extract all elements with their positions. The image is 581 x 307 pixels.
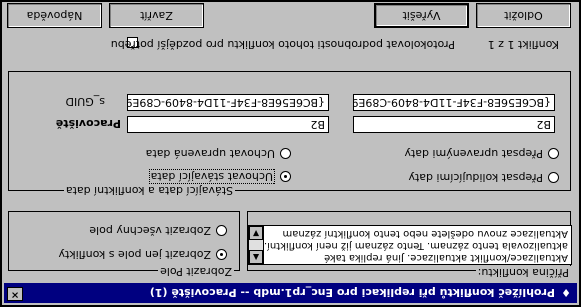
log-details-label: Protokolovat podrobnosti tohoto konflikt… <box>110 38 455 51</box>
conflict-viewer-window: ♦ Prohlížeč konfliktů při replikaci pro … <box>0 0 581 307</box>
screenshot-stage: ♦ Prohlížeč konfliktů při replikaci pro … <box>0 0 581 307</box>
help-button[interactable]: Nápověda <box>7 3 102 28</box>
radio-show-all-fields[interactable]: Zobrazit všechny pole <box>89 224 227 237</box>
postpone-button[interactable]: Odložit <box>476 3 571 28</box>
reason-line: Aktualizace/konflikt aktualizace. Jiná r… <box>324 252 568 263</box>
reason-group: Aktualizace/konflikt aktualizace. Jiná r… <box>247 211 572 271</box>
s-guid-label: s_GUID <box>65 95 105 108</box>
right-guid-field[interactable]: {BC6E56E8-F34F-11D4-8409-C89E9 <box>353 94 555 111</box>
radio-keep-existing[interactable]: Uchovat stávající data <box>148 169 291 184</box>
workstation-label: Pracoviště <box>55 117 121 130</box>
title-bar: ♦ Prohlížeč konfliktů při replikaci pro … <box>4 283 577 303</box>
radio-overwrite-conflict[interactable]: Přepsat kolidujícími daty <box>408 171 559 184</box>
scroll-down-arrow-icon[interactable]: ▼ <box>249 226 263 240</box>
radio-button-selected[interactable] <box>216 249 227 260</box>
show-fields-group <box>8 211 240 271</box>
radio-label: Uchovat upravená data <box>145 147 275 160</box>
close-button[interactable]: Zavřít <box>109 3 204 28</box>
reason-line: aktualizovala tento záznam. Tento záznam… <box>263 240 568 251</box>
radio-label: Zobrazit jen pole s konflikty <box>58 248 211 261</box>
app-icon: ♦ <box>561 286 571 300</box>
conflict-counter: Konflikt 1 z 1 <box>487 38 559 51</box>
radio-label: Zobrazit všechny pole <box>89 224 211 237</box>
radio-button[interactable] <box>280 148 291 159</box>
reason-scrollbar[interactable]: ▲ ▼ <box>249 226 264 264</box>
right-workstation-field[interactable]: B2 <box>353 116 555 133</box>
radio-overwrite-modified[interactable]: Přepsat upravenými daty <box>404 147 559 160</box>
reason-line: Aktualizace znovu odešlete nebo tento ko… <box>282 228 568 239</box>
radio-label: Přepsat upravenými daty <box>404 147 543 160</box>
rotated-dialog: ♦ Prohlížeč konfliktů při replikaci pro … <box>0 0 581 307</box>
scroll-up-arrow-icon[interactable]: ▲ <box>249 250 263 264</box>
radio-keep-modified[interactable]: Uchovat upravená data <box>146 147 291 160</box>
radio-label: Přepsat kolidujícími daty <box>408 171 543 184</box>
radio-label: Uchovat stávající data <box>148 169 275 184</box>
radio-button[interactable] <box>548 148 559 159</box>
left-workstation-field[interactable]: B2 <box>127 116 329 133</box>
data-comparison-legend: Stávající data a konfliktní data <box>63 184 235 197</box>
window-title: Prohlížeč konfliktů při replikaci pro En… <box>149 286 555 300</box>
reason-textbox[interactable]: Aktualizace/konflikt aktualizace. Jiná r… <box>248 225 572 265</box>
close-window-button[interactable]: × <box>7 287 23 301</box>
radio-button[interactable] <box>216 225 227 236</box>
radio-button[interactable] <box>548 172 559 183</box>
left-guid-field[interactable]: {BC6E56E8-F34F-11D4-8409-C89E9 <box>127 94 329 111</box>
resolve-button[interactable]: Vyřešit <box>374 3 469 28</box>
reason-group-legend: Příčina konfliktu: <box>475 266 571 279</box>
radio-button-selected[interactable] <box>280 171 291 182</box>
radio-show-conflict-fields[interactable]: Zobrazit jen pole s konflikty <box>58 248 227 261</box>
show-fields-group-legend: Zobrazit Pole <box>158 265 234 278</box>
